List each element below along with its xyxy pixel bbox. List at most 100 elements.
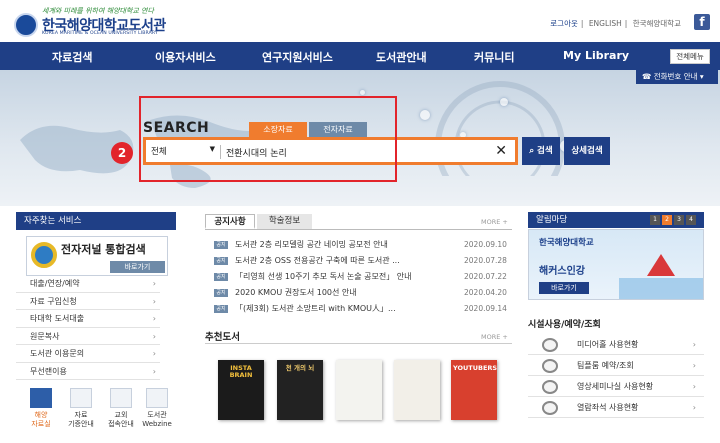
- book-title: 천 개의 뇌: [285, 364, 315, 372]
- chevron-right-icon: ›: [152, 314, 156, 323]
- quick-link-label: 해양 자료실: [31, 411, 51, 428]
- top-header: 세계와 미래를 위하여 해양대학교 연다 한국해양대학교도서관 KOREA MA…: [0, 0, 720, 42]
- water-decoration: [619, 278, 703, 299]
- pager-dot[interactable]: 2: [662, 215, 672, 225]
- pager-dot[interactable]: 1: [650, 215, 660, 225]
- nav-item-user-service[interactable]: 이용자서비스: [155, 49, 216, 65]
- notice-title: 2020 KMOU 권장도서 100선 안내: [235, 288, 357, 297]
- university-link[interactable]: 한국해양대학교: [633, 19, 681, 28]
- utility-links: 로그아웃 | ENGLISH | 한국해양대학교: [550, 19, 681, 28]
- nav-item-community[interactable]: 커뮤니티: [474, 49, 514, 65]
- phone-directory-button[interactable]: ☎ 전화번호 안내 ▾: [636, 69, 718, 84]
- logout-link[interactable]: 로그아웃: [550, 19, 578, 28]
- nav-item-research-support[interactable]: 연구지원서비스: [262, 49, 333, 65]
- list-item-label: 원문복사: [30, 331, 60, 341]
- quick-services-panel: 자주찾는 서비스 전자저널 통합검색 바로가기: [16, 212, 176, 276]
- water-drop-decoration: [500, 98, 508, 106]
- facility-row[interactable]: 팀플룸 예약/조회 ›: [528, 356, 704, 376]
- notice-date: 2020.09.14: [464, 304, 507, 313]
- clear-icon[interactable]: ✕: [495, 142, 507, 160]
- notice-tag: 공지: [214, 273, 228, 281]
- notice-row[interactable]: 공지 「리영희 선생 10주기 추모 독서 논술 공모전」 안내 2020.07…: [214, 271, 514, 283]
- english-link[interactable]: ENGLISH: [589, 19, 622, 28]
- seat-icon: [542, 401, 558, 415]
- promo-title: 해커스인강: [539, 266, 585, 277]
- chevron-right-icon: ›: [152, 366, 156, 376]
- facebook-icon[interactable]: f: [694, 14, 710, 30]
- group-room-icon: [542, 359, 558, 373]
- notice-row[interactable]: 공지 2020 KMOU 권장도서 100선 안내 2020.04.20: [214, 287, 514, 299]
- quick-services-title: 자주찾는 서비스: [16, 212, 176, 230]
- book-cover[interactable]: INSTA BRAIN: [218, 360, 264, 420]
- notice-row[interactable]: 공지 「(제3회) 도서관 소망트리 with KMOU人」... 2020.0…: [214, 303, 514, 315]
- search-button-label: 검색: [537, 146, 553, 156]
- notice-row[interactable]: 공지 도서관 2층 OSS 전용공간 구축에 따른 도서관 ... 2020.0…: [214, 255, 514, 267]
- step-number-badge: 2: [111, 142, 133, 164]
- tab-notices[interactable]: 공지사항: [205, 214, 255, 229]
- magnifier-icon: [31, 242, 57, 268]
- chevron-right-icon: ›: [692, 403, 696, 412]
- nav-item-my-library[interactable]: My Library: [563, 49, 629, 62]
- quick-link-label: 자료 기증안내: [68, 411, 94, 428]
- library-logo[interactable]: 세계와 미래를 위하여 해양대학교 연다 한국해양대학교도서관 KOREA MA…: [14, 6, 184, 38]
- facility-row[interactable]: 열람좌석 사용현황 ›: [528, 398, 704, 418]
- books-icon: [70, 388, 92, 408]
- divider: [205, 229, 512, 230]
- list-item[interactable]: 무선랜이용 ›: [16, 363, 160, 380]
- highlight-annotation-box: [139, 96, 397, 182]
- chevron-right-icon: ›: [692, 361, 696, 370]
- recommended-more-link[interactable]: MORE +: [481, 333, 508, 341]
- tab-academic-info[interactable]: 학술정보: [257, 214, 312, 229]
- notice-date: 2020.07.22: [464, 272, 507, 281]
- all-menu-button[interactable]: 전체메뉴: [670, 49, 710, 64]
- promo-banner[interactable]: 한국해양대학교 해커스인강 바로가기: [528, 229, 704, 300]
- nav-item-library-guide[interactable]: 도서관안내: [376, 49, 427, 65]
- notice-title: 「(제3회) 도서관 소망트리 with KMOU人」...: [235, 304, 396, 313]
- facility-label: 영상세미나실 사용현황: [577, 382, 654, 391]
- notices-more-link[interactable]: MORE +: [481, 218, 508, 226]
- quick-link-offcampus[interactable]: 교외 접속안내: [104, 386, 138, 436]
- library-homepage: 세계와 미래를 위하여 해양대학교 연다 한국해양대학교도서관 KOREA MA…: [0, 0, 720, 443]
- chevron-right-icon: ›: [692, 340, 696, 349]
- notice-title: 「리영희 선생 10주기 추모 독서 논술 공모전」 안내: [235, 272, 412, 281]
- advanced-search-button[interactable]: 상세검색: [564, 137, 610, 165]
- quick-link-label: 도서관 Webzine: [142, 411, 172, 428]
- quick-link-webzine[interactable]: 도서관 Webzine: [140, 386, 174, 436]
- nav-item-search[interactable]: 자료검색: [52, 49, 92, 65]
- book-cover[interactable]: 천 개의 뇌: [277, 360, 323, 420]
- university-emblem-icon: [14, 13, 38, 37]
- list-item[interactable]: 타대학 도서대출 ›: [16, 310, 160, 328]
- notice-row[interactable]: 공지 도서관 2층 리모델링 공간 네이밍 공모전 안내 2020.09.10: [214, 239, 514, 251]
- list-item-label: 자료 구입신청: [30, 296, 77, 306]
- list-item[interactable]: 도서관 이용문의 ›: [16, 345, 160, 363]
- pager-dot[interactable]: 3: [674, 215, 684, 225]
- pager-dot[interactable]: 4: [686, 215, 696, 225]
- ejournal-search-banner[interactable]: 전자저널 통합검색 바로가기: [26, 236, 168, 276]
- search-button[interactable]: ⌕ 검색: [522, 137, 560, 165]
- main-nav: 자료검색 이용자서비스 연구지원서비스 도서관안내 커뮤니티 My Librar…: [0, 42, 720, 70]
- list-item-label: 무선랜이용: [30, 366, 67, 376]
- facility-row[interactable]: 영상세미나실 사용현황 ›: [528, 377, 704, 397]
- book-cover[interactable]: [394, 360, 440, 420]
- quick-link-maritime-room[interactable]: 해양 자료실: [24, 386, 58, 436]
- notice-title: 도서관 2층 OSS 전용공간 구축에 따른 도서관 ...: [235, 256, 400, 265]
- list-item[interactable]: 대출/연장/예약 ›: [16, 275, 160, 293]
- water-drop-decoration: [420, 110, 430, 120]
- book-cover[interactable]: [336, 360, 382, 420]
- notice-date: 2020.09.10: [464, 240, 507, 249]
- book-cover[interactable]: YOUTUBERS: [451, 360, 497, 420]
- ejournal-banner-button[interactable]: 바로가기: [110, 261, 165, 273]
- list-item[interactable]: 자료 구입신청 ›: [16, 293, 160, 310]
- promo-button[interactable]: 바로가기: [539, 282, 589, 294]
- quick-link-label: 교외 접속안내: [108, 411, 134, 428]
- chevron-right-icon: ›: [152, 331, 156, 341]
- seminar-room-icon: [542, 380, 558, 394]
- list-item[interactable]: 원문복사 ›: [16, 328, 160, 345]
- notice-tag: 공지: [214, 305, 228, 313]
- notice-date: 2020.04.20: [464, 288, 507, 297]
- facility-label: 열람좌석 사용현황: [577, 403, 639, 412]
- facility-row[interactable]: 미디어홀 사용현황 ›: [528, 335, 704, 355]
- facility-label: 팀플룸 예약/조회: [577, 361, 634, 370]
- quick-link-donation[interactable]: 자료 기증안내: [64, 386, 98, 436]
- chevron-right-icon: ›: [692, 382, 696, 391]
